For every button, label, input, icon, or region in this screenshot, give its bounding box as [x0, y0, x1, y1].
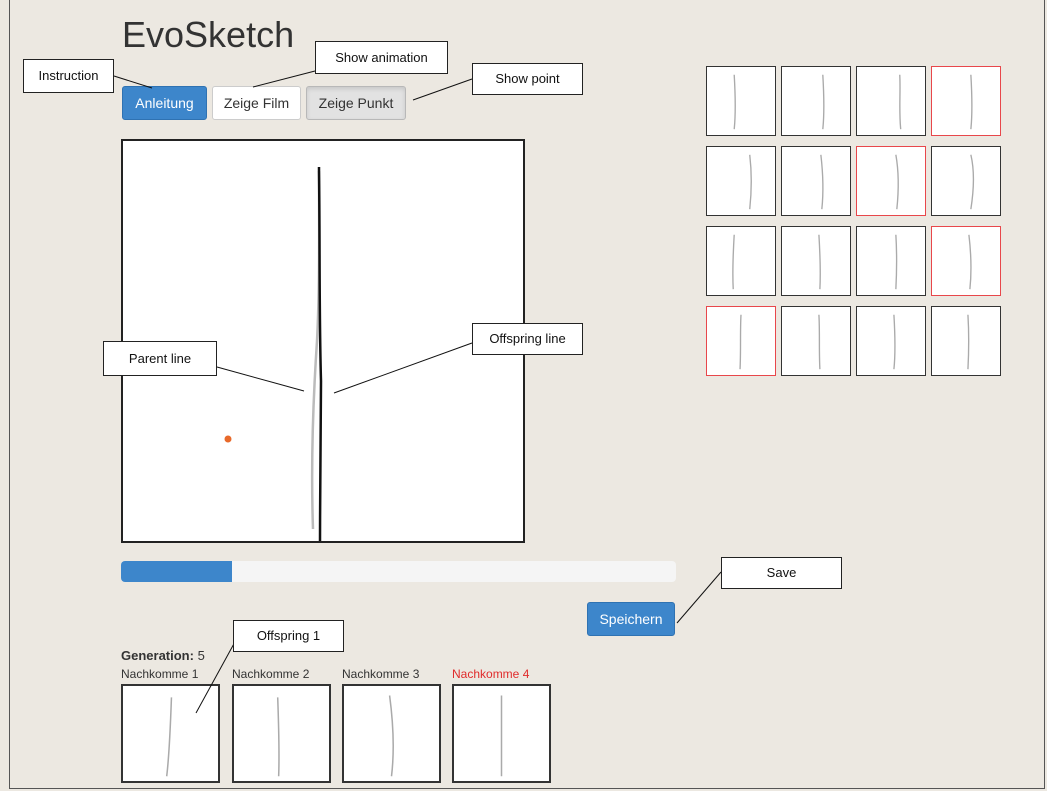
save-button[interactable]: Speichern — [587, 602, 675, 636]
history-thumbnail-15[interactable] — [856, 306, 926, 376]
instruction-button[interactable]: Anleitung — [122, 86, 207, 120]
history-thumbnail-9[interactable] — [706, 226, 776, 296]
progress-track — [121, 561, 676, 582]
history-thumbnail-6[interactable] — [781, 146, 851, 216]
callout-parent-line: Parent line — [103, 341, 217, 376]
history-thumbnail-3[interactable] — [856, 66, 926, 136]
progress-bar — [121, 561, 232, 582]
generation-value: 5 — [197, 648, 205, 663]
callout-offspring-1: Offspring 1 — [233, 620, 344, 652]
history-thumbnail-8[interactable] — [931, 146, 1001, 216]
history-thumbnail-7[interactable] — [856, 146, 926, 216]
history-thumbnail-13[interactable] — [706, 306, 776, 376]
offspring-thumbnail-3[interactable] — [342, 684, 441, 783]
offspring-label-2: Nachkomme 2 — [232, 667, 310, 681]
offspring-label-3: Nachkomme 3 — [342, 667, 420, 681]
history-thumbnail-2[interactable] — [781, 66, 851, 136]
show-film-button[interactable]: Zeige Film — [212, 86, 301, 120]
callout-show-point: Show point — [472, 63, 583, 95]
offspring-thumbnail-2[interactable] — [232, 684, 331, 783]
history-thumbnail-12[interactable] — [931, 226, 1001, 296]
show-point-button[interactable]: Zeige Punkt — [306, 86, 406, 120]
history-thumbnail-11[interactable] — [856, 226, 926, 296]
point-marker — [224, 435, 232, 443]
offspring-thumbnail-4[interactable] — [452, 684, 551, 783]
offspring-thumbnail-1[interactable] — [121, 684, 220, 783]
callout-instruction: Instruction — [23, 59, 114, 93]
history-thumbnail-10[interactable] — [781, 226, 851, 296]
history-thumbnail-16[interactable] — [931, 306, 1001, 376]
app-title: EvoSketch — [122, 14, 295, 55]
callout-offspring-line: Offspring line — [472, 323, 583, 355]
history-thumbnail-5[interactable] — [706, 146, 776, 216]
callout-show-animation: Show animation — [315, 41, 448, 74]
history-thumbnail-14[interactable] — [781, 306, 851, 376]
history-thumbnail-4[interactable] — [931, 66, 1001, 136]
callout-save: Save — [721, 557, 842, 589]
offspring-label-4: Nachkomme 4 — [452, 667, 530, 681]
offspring-label-1: Nachkomme 1 — [121, 667, 199, 681]
history-thumbnail-1[interactable] — [706, 66, 776, 136]
generation-label: Generation: — [121, 648, 194, 663]
offspring-line — [317, 167, 323, 541]
generation-info: Generation: 5 — [121, 648, 205, 663]
parent-line — [310, 170, 321, 530]
